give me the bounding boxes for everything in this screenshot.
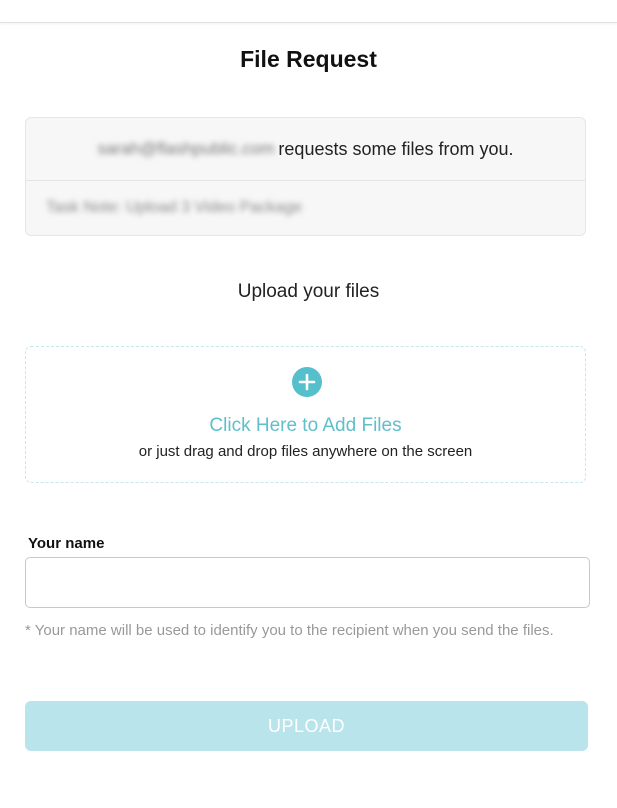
sender-email: sarah@flashpublic.com xyxy=(97,139,275,158)
request-message: requests some files from you. xyxy=(278,138,514,159)
upload-button[interactable]: UPLOAD xyxy=(25,701,588,751)
drag-drop-hint: or just drag and drop files anywhere on … xyxy=(138,443,473,460)
request-note: Task Note: Upload 3 Video Package xyxy=(46,199,302,216)
request-card: sarah@flashpublic.com requests some file… xyxy=(25,117,586,236)
request-note-row: Task Note: Upload 3 Video Package xyxy=(46,180,302,236)
name-label: Your name xyxy=(28,535,105,552)
plus-circle-icon[interactable] xyxy=(292,367,322,397)
file-dropzone[interactable]: Click Here to Add Files or just drag and… xyxy=(25,346,586,483)
name-input[interactable] xyxy=(25,557,590,608)
top-bar xyxy=(0,0,617,23)
add-files-link[interactable]: Click Here to Add Files xyxy=(26,415,585,437)
upload-heading: Upload your files xyxy=(237,281,380,302)
request-message-row: sarah@flashpublic.com requests some file… xyxy=(26,118,585,181)
name-hint: * Your name will be used to identify you… xyxy=(25,622,554,639)
page-title: File Request xyxy=(240,46,377,72)
